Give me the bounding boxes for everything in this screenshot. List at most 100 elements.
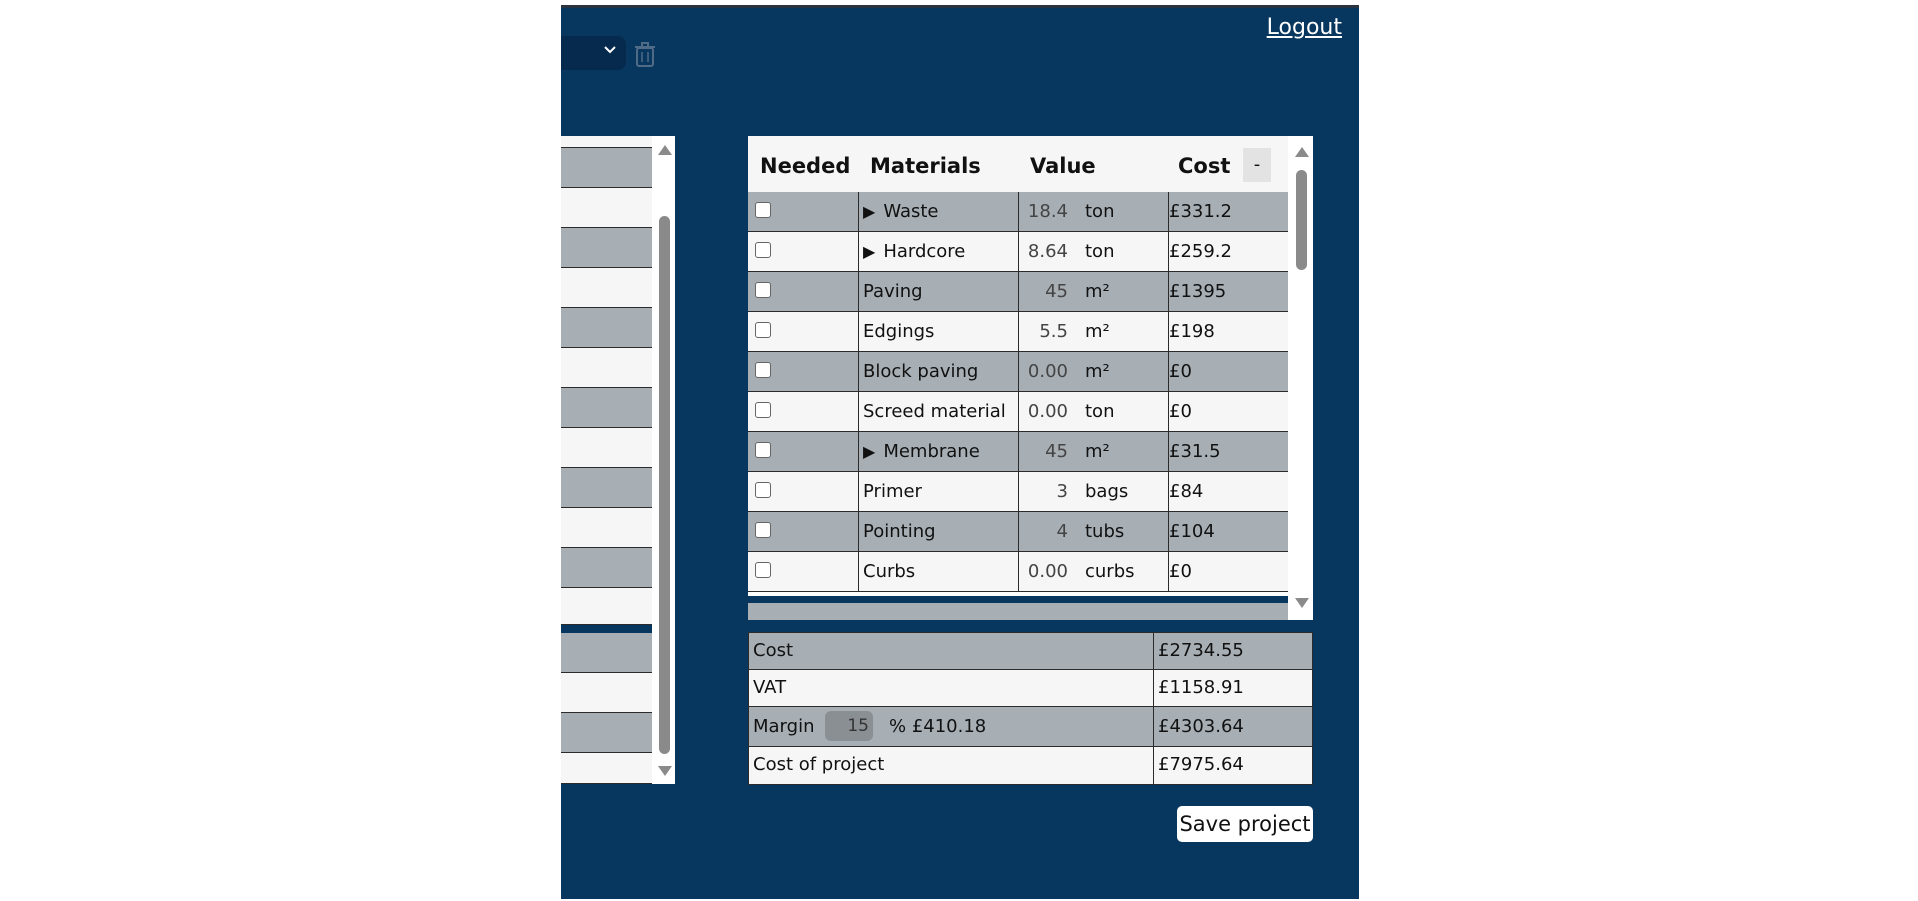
scroll-down-arrow-icon[interactable] bbox=[658, 766, 672, 776]
material-unit: tubs bbox=[1085, 521, 1125, 542]
material-name: ▶ Waste bbox=[863, 201, 939, 222]
cell-divider bbox=[858, 192, 859, 232]
material-value[interactable]: 5.5 bbox=[1018, 321, 1068, 342]
chevron-down-icon bbox=[603, 42, 617, 61]
material-value[interactable]: 0.00 bbox=[1018, 361, 1068, 382]
needed-checkbox[interactable] bbox=[755, 482, 771, 498]
cell-divider bbox=[858, 312, 859, 352]
material-unit: ton bbox=[1085, 201, 1115, 222]
material-value[interactable]: 4 bbox=[1018, 521, 1068, 542]
material-cost: £259.2 bbox=[1169, 241, 1232, 262]
expand-triangle-icon[interactable]: ▶ bbox=[863, 242, 875, 261]
list-item[interactable] bbox=[561, 228, 652, 268]
material-name: Block paving bbox=[863, 361, 978, 382]
collapse-button[interactable]: - bbox=[1243, 148, 1271, 182]
material-name-text: Primer bbox=[863, 481, 922, 502]
needed-checkbox[interactable] bbox=[755, 402, 771, 418]
table-row bbox=[748, 596, 1288, 620]
table-row: Screed material 0.00 ton £0 bbox=[748, 392, 1288, 432]
margin-percent-input[interactable]: 15 bbox=[825, 711, 873, 741]
expand-triangle-icon[interactable]: ▶ bbox=[863, 202, 875, 221]
needed-checkbox[interactable] bbox=[755, 322, 771, 338]
material-value[interactable]: 3 bbox=[1018, 481, 1068, 502]
material-cost: £1395 bbox=[1169, 281, 1227, 302]
material-name: ▶ Membrane bbox=[863, 441, 980, 462]
header-materials: Materials bbox=[870, 154, 981, 178]
material-value[interactable]: 45 bbox=[1018, 281, 1068, 302]
list-item[interactable] bbox=[561, 308, 652, 348]
material-name-text: Edgings bbox=[863, 321, 935, 342]
project-cost-value: £7975.64 bbox=[1158, 754, 1244, 775]
save-project-button[interactable]: Save project bbox=[1177, 806, 1313, 842]
table-row: Curbs 0.00 curbs £0 bbox=[748, 552, 1288, 592]
scrollbar-thumb[interactable] bbox=[659, 216, 670, 754]
needed-checkbox[interactable] bbox=[755, 522, 771, 538]
trash-icon[interactable] bbox=[634, 42, 658, 70]
needed-checkbox[interactable] bbox=[755, 562, 771, 578]
material-name-text: Curbs bbox=[863, 561, 916, 582]
logout-link[interactable]: Logout bbox=[1267, 15, 1342, 40]
list-item[interactable] bbox=[561, 508, 652, 548]
needed-checkbox[interactable] bbox=[755, 362, 771, 378]
summary-row-cost: Cost £2734.55 bbox=[749, 633, 1312, 670]
cell-divider bbox=[1153, 707, 1154, 747]
material-unit: m² bbox=[1085, 281, 1110, 302]
material-name: Pointing bbox=[863, 521, 936, 542]
list-item[interactable] bbox=[561, 468, 652, 508]
materials-table: Needed Materials Value Cost - ▶ Waste 18.4… bbox=[748, 136, 1313, 620]
list-item[interactable] bbox=[561, 673, 652, 713]
list-item[interactable] bbox=[561, 388, 652, 428]
list-item[interactable] bbox=[561, 148, 652, 188]
material-value[interactable]: 45 bbox=[1018, 441, 1068, 462]
needed-checkbox[interactable] bbox=[755, 242, 771, 258]
material-unit: curbs bbox=[1085, 561, 1135, 582]
list-item[interactable] bbox=[561, 713, 652, 753]
list-item[interactable] bbox=[561, 348, 652, 388]
scroll-up-arrow-icon[interactable] bbox=[658, 145, 672, 155]
list-item[interactable] bbox=[561, 188, 652, 228]
material-name: Curbs bbox=[863, 561, 915, 582]
list-item[interactable] bbox=[561, 428, 652, 468]
material-cost: £104 bbox=[1169, 521, 1215, 542]
left-list-panel bbox=[561, 136, 675, 784]
material-name-text: Hardcore bbox=[883, 241, 966, 262]
needed-checkbox[interactable] bbox=[755, 282, 771, 298]
list-item[interactable] bbox=[561, 136, 652, 148]
material-cost: £0 bbox=[1169, 401, 1192, 422]
material-name: Primer bbox=[863, 481, 922, 502]
table-row: Paving 45 m² £1395 bbox=[748, 272, 1288, 312]
table-row: Block paving 0.00 m² £0 bbox=[748, 352, 1288, 392]
cell-divider bbox=[858, 272, 859, 312]
material-name: Paving bbox=[863, 281, 923, 302]
material-name: ▶ Hardcore bbox=[863, 241, 965, 262]
list-item[interactable] bbox=[561, 753, 652, 784]
list-item[interactable] bbox=[561, 268, 652, 308]
header-value: Value bbox=[1030, 154, 1096, 178]
list-item[interactable] bbox=[561, 633, 652, 673]
summary-row-margin: Margin 15 % £410.18 £4303.64 bbox=[749, 707, 1312, 747]
scroll-down-arrow-icon[interactable] bbox=[1295, 598, 1309, 608]
summary-row-project: Cost of project £7975.64 bbox=[749, 747, 1312, 784]
material-value[interactable]: 0.00 bbox=[1018, 401, 1068, 422]
margin-amount: % £410.18 bbox=[889, 716, 987, 737]
material-unit: m² bbox=[1085, 321, 1110, 342]
material-value[interactable]: 0.00 bbox=[1018, 561, 1068, 582]
expand-triangle-icon[interactable]: ▶ bbox=[863, 442, 875, 461]
needed-checkbox[interactable] bbox=[755, 442, 771, 458]
section-divider bbox=[748, 596, 1288, 603]
project-select[interactable] bbox=[561, 36, 626, 70]
material-name-text: Screed material bbox=[863, 401, 1006, 422]
material-value[interactable]: 8.64 bbox=[1018, 241, 1068, 262]
material-cost: £31.5 bbox=[1169, 441, 1221, 462]
cell-divider bbox=[858, 432, 859, 472]
material-cost: £198 bbox=[1169, 321, 1215, 342]
material-value[interactable]: 18.4 bbox=[1018, 201, 1068, 222]
needed-checkbox[interactable] bbox=[755, 202, 771, 218]
scroll-up-arrow-icon[interactable] bbox=[1295, 147, 1309, 157]
material-name-text: Block paving bbox=[863, 361, 979, 382]
list-item[interactable] bbox=[561, 588, 652, 625]
project-cost-label: Cost of project bbox=[753, 754, 885, 775]
list-item[interactable] bbox=[561, 548, 652, 588]
scrollbar-thumb[interactable] bbox=[1296, 170, 1307, 270]
material-cost: £331.2 bbox=[1169, 201, 1232, 222]
